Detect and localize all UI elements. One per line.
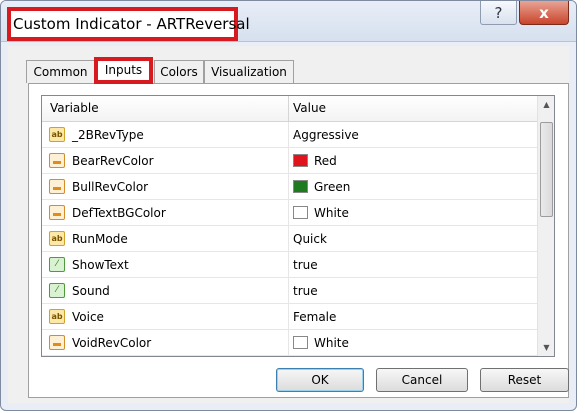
table-row[interactable]: VoidRevColor White (42, 330, 537, 356)
color-icon (49, 205, 65, 220)
vertical-scrollbar[interactable]: ▲ ▼ (537, 96, 554, 356)
tab-label: Visualization (211, 65, 287, 79)
scroll-down-icon[interactable]: ▼ (538, 339, 554, 356)
variable-value[interactable]: Green (293, 174, 350, 200)
value-text: Aggressive (293, 128, 359, 142)
title-bar: Custom Indicator - ARTReversal ? x (1, 1, 576, 42)
variable-name: Voice (72, 310, 104, 324)
window-title: Custom Indicator - ARTReversal (13, 15, 250, 33)
table-row[interactable]: DefTextBGColor White (42, 200, 537, 226)
tab-inputs[interactable]: Inputs (94, 57, 153, 84)
column-divider[interactable] (288, 96, 289, 121)
scroll-up-icon[interactable]: ▲ (538, 96, 554, 113)
variable-name: VoidRevColor (72, 336, 152, 350)
color-swatch (293, 206, 308, 219)
color-swatch (293, 180, 308, 193)
value-text: true (293, 258, 318, 272)
variable-value[interactable]: Quick (293, 226, 327, 252)
table-row[interactable]: ⁄ ShowText true (42, 252, 537, 278)
value-text: Female (293, 310, 337, 324)
value-text: true (293, 284, 318, 298)
cell-divider (288, 148, 289, 174)
variable-name: DefTextBGColor (72, 206, 166, 220)
variable-name: Sound (72, 284, 110, 298)
variable-value[interactable]: true (293, 252, 318, 278)
scroll-thumb[interactable] (540, 122, 553, 217)
column-header-variable[interactable]: Variable (50, 96, 99, 121)
ok-button[interactable]: OK (276, 368, 364, 392)
value-text: Green (314, 180, 351, 194)
cell-divider (288, 174, 289, 200)
cell-divider (288, 330, 289, 356)
variable-value[interactable]: true (293, 278, 318, 304)
cell-divider (288, 304, 289, 330)
tab-colors[interactable]: Colors (154, 60, 204, 83)
color-swatch (293, 154, 308, 167)
tab-common[interactable]: Common (26, 60, 95, 83)
value-text: Quick (293, 232, 327, 246)
variable-name: ShowText (72, 258, 129, 272)
value-text: Red (314, 154, 337, 168)
color-icon (49, 335, 65, 350)
table-row[interactable]: ab Voice Female (42, 304, 537, 330)
variable-value[interactable]: Aggressive (293, 122, 359, 148)
variable-value[interactable]: White (293, 200, 349, 226)
column-header-value[interactable]: Value (293, 96, 326, 121)
table-row[interactable]: ab _2BRevType Aggressive (42, 122, 537, 148)
cell-divider (288, 226, 289, 252)
close-button[interactable]: x (519, 1, 569, 25)
reset-button[interactable]: Reset (480, 368, 569, 392)
table-row[interactable]: ⁄ Sound true (42, 278, 537, 304)
tab-label: Common (33, 65, 88, 79)
value-text: White (314, 206, 349, 220)
table-row[interactable]: BullRevColor Green (42, 174, 537, 200)
ab-string-icon: ab (49, 127, 65, 142)
tab-visualization[interactable]: Visualization (204, 60, 294, 83)
value-text: White (314, 336, 349, 350)
color-icon (49, 179, 65, 194)
cancel-button[interactable]: Cancel (376, 368, 468, 392)
table-row[interactable]: ab RunMode Quick (42, 226, 537, 252)
close-icon: x (539, 3, 549, 22)
bool-icon: ⁄ (49, 257, 65, 272)
cell-divider (288, 252, 289, 278)
help-icon: ? (494, 3, 503, 22)
ab-string-icon: ab (49, 231, 65, 246)
ab-string-icon: ab (49, 309, 65, 324)
variable-name: BearRevColor (72, 154, 154, 168)
cell-divider (288, 200, 289, 226)
help-button[interactable]: ? (480, 1, 517, 25)
tab-label: Colors (160, 65, 198, 79)
variable-value[interactable]: White (293, 330, 349, 356)
variable-name: BullRevColor (72, 180, 149, 194)
color-icon (49, 153, 65, 168)
inputs-grid: Variable Value ab _2BRevType Aggressive Bea… (41, 95, 555, 357)
color-swatch (293, 336, 308, 349)
cell-divider (288, 122, 289, 148)
table-row[interactable]: BearRevColor Red (42, 148, 537, 174)
variable-value[interactable]: Female (293, 304, 336, 330)
variable-name: RunMode (72, 232, 128, 246)
bool-icon: ⁄ (49, 283, 65, 298)
cell-divider (288, 278, 289, 304)
grid-header: Variable Value (42, 96, 537, 122)
tab-label: Inputs (104, 63, 143, 77)
variable-value[interactable]: Red (293, 148, 337, 174)
variable-name: _2BRevType (72, 128, 144, 142)
